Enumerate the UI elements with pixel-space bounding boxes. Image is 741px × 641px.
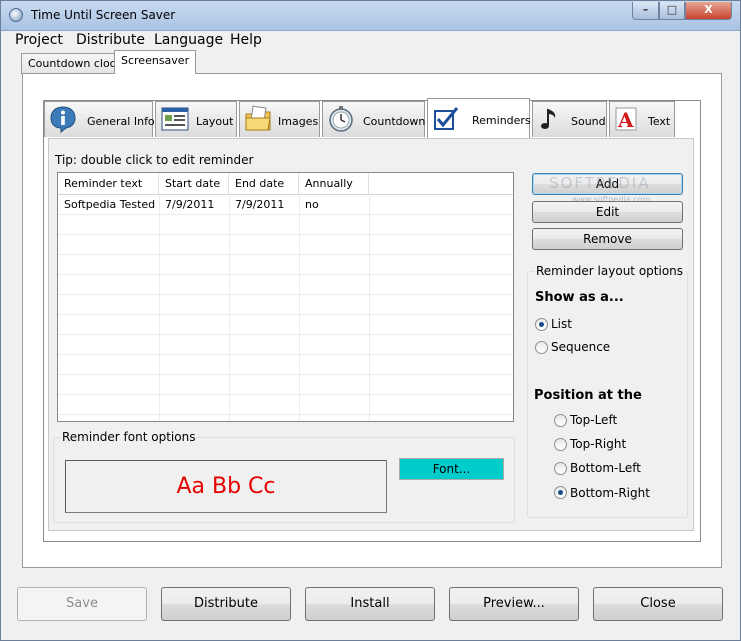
- position-label: Position at the: [534, 388, 642, 403]
- radio-list-label[interactable]: List: [551, 317, 572, 331]
- menu-project[interactable]: Project: [15, 32, 63, 48]
- text-a-icon: A: [615, 107, 637, 132]
- column-reminder-text[interactable]: Reminder text: [58, 173, 159, 195]
- app-clock-icon: [9, 8, 23, 22]
- menu-language[interactable]: Language: [154, 32, 223, 48]
- column-annually[interactable]: Annually: [299, 173, 369, 195]
- menu-distribute[interactable]: Distribute: [76, 32, 145, 48]
- font-button[interactable]: Font...: [399, 458, 504, 480]
- radio-top-left-label[interactable]: Top-Left: [570, 413, 617, 427]
- tab-general-info-label: General Info: [87, 115, 155, 128]
- table-row: [58, 295, 513, 315]
- column-start-date[interactable]: Start date: [159, 173, 229, 195]
- tab-countdown[interactable]: Countdown: [322, 101, 425, 137]
- tip-text: Tip: double click to edit reminder: [55, 153, 254, 167]
- tab-layout[interactable]: Layout: [155, 101, 237, 137]
- table-row: [58, 355, 513, 375]
- font-options-legend: Reminder font options: [60, 430, 198, 444]
- maximize-button[interactable]: □: [659, 2, 685, 20]
- font-options-group: Reminder font options Aa Bb Cc Font...: [53, 430, 515, 523]
- table-row: [58, 315, 513, 335]
- install-button[interactable]: Install: [305, 587, 435, 621]
- table-row: [58, 235, 513, 255]
- tab-general-info[interactable]: General Info: [44, 101, 155, 137]
- column-end-date[interactable]: End date: [229, 173, 299, 195]
- reminders-content: Tip: double click to edit reminder Remin…: [48, 138, 694, 531]
- images-folder-icon: [245, 105, 271, 131]
- tab-countdown-clock[interactable]: Countdown clock: [21, 53, 130, 74]
- reminders-list[interactable]: Reminder text Start date End date Annual…: [57, 172, 514, 422]
- radio-list[interactable]: [535, 318, 548, 331]
- table-row: [58, 335, 513, 355]
- add-reminder-button[interactable]: Add: [532, 173, 683, 195]
- svg-text:A: A: [617, 108, 634, 132]
- radio-top-left[interactable]: [554, 414, 567, 427]
- tab-sound[interactable]: Sound: [532, 101, 607, 137]
- radio-bottom-right-label[interactable]: Bottom-Right: [570, 486, 650, 500]
- close-button[interactable]: Close: [593, 587, 723, 621]
- preview-button[interactable]: Preview...: [449, 587, 579, 621]
- window-title: Time Until Screen Saver: [31, 8, 176, 22]
- list-header: Reminder text Start date End date Annual…: [58, 173, 513, 195]
- table-row[interactable]: Softpedia Tested 7/9/2011 7/9/2011 no: [58, 195, 513, 215]
- remove-reminder-button[interactable]: Remove: [532, 228, 683, 250]
- minimize-button[interactable]: –: [632, 2, 659, 20]
- main-window: Time Until Screen Saver – □ X Project Di…: [0, 0, 741, 641]
- radio-bottom-right[interactable]: [554, 486, 567, 499]
- menu-bar: Project Distribute Language Help: [2, 31, 739, 51]
- info-icon: [50, 106, 76, 133]
- tab-sound-label: Sound: [571, 115, 606, 128]
- tab-reminders-label: Reminders: [472, 114, 531, 127]
- tab-text[interactable]: A Text: [609, 101, 675, 137]
- table-row: [58, 255, 513, 275]
- tab-text-label: Text: [648, 115, 671, 128]
- cell-annually: no: [305, 198, 319, 211]
- tab-images[interactable]: Images: [239, 101, 320, 137]
- table-row: [58, 215, 513, 235]
- tab-screensaver[interactable]: Screensaver: [114, 50, 197, 74]
- close-window-button[interactable]: X: [685, 2, 732, 20]
- tab-countdown-label: Countdown: [363, 115, 426, 128]
- save-button[interactable]: Save: [17, 587, 147, 621]
- table-row: [58, 395, 513, 415]
- tab-layout-label: Layout: [196, 115, 234, 128]
- cell-start-date: 7/9/2011: [165, 198, 215, 211]
- radio-bottom-left-label[interactable]: Bottom-Left: [570, 461, 641, 475]
- show-as-label: Show as a...: [535, 290, 624, 305]
- radio-bottom-left[interactable]: [554, 462, 567, 475]
- music-note-icon: [541, 109, 556, 129]
- radio-top-right[interactable]: [554, 438, 567, 451]
- layout-options-group: Reminder layout options Show as a... Lis…: [527, 264, 688, 518]
- tab-images-label: Images: [278, 115, 319, 128]
- radio-sequence-label[interactable]: Sequence: [551, 340, 610, 354]
- edit-reminder-button[interactable]: Edit: [532, 201, 683, 223]
- layout-options-legend: Reminder layout options: [534, 264, 686, 278]
- font-preview: Aa Bb Cc: [65, 460, 387, 513]
- menu-help[interactable]: Help: [230, 32, 262, 48]
- table-row: [58, 375, 513, 395]
- cell-end-date: 7/9/2011: [235, 198, 285, 211]
- cell-reminder-text: Softpedia Tested: [64, 198, 156, 211]
- distribute-button[interactable]: Distribute: [161, 587, 291, 621]
- title-bar[interactable]: Time Until Screen Saver – □ X: [1, 1, 740, 31]
- table-row: [58, 275, 513, 295]
- stopwatch-icon: [329, 106, 353, 132]
- layout-window-icon: [161, 107, 189, 131]
- screensaver-settings-box: General Info Layout Images Countdown Rem…: [43, 98, 701, 542]
- radio-top-right-label[interactable]: Top-Right: [570, 437, 626, 451]
- screensaver-panel: General Info Layout Images Countdown Rem…: [22, 73, 722, 568]
- checkbox-pen-icon: [434, 107, 459, 130]
- radio-sequence[interactable]: [535, 341, 548, 354]
- tab-reminders[interactable]: Reminders: [427, 98, 531, 138]
- add-button-label: Add: [595, 177, 620, 191]
